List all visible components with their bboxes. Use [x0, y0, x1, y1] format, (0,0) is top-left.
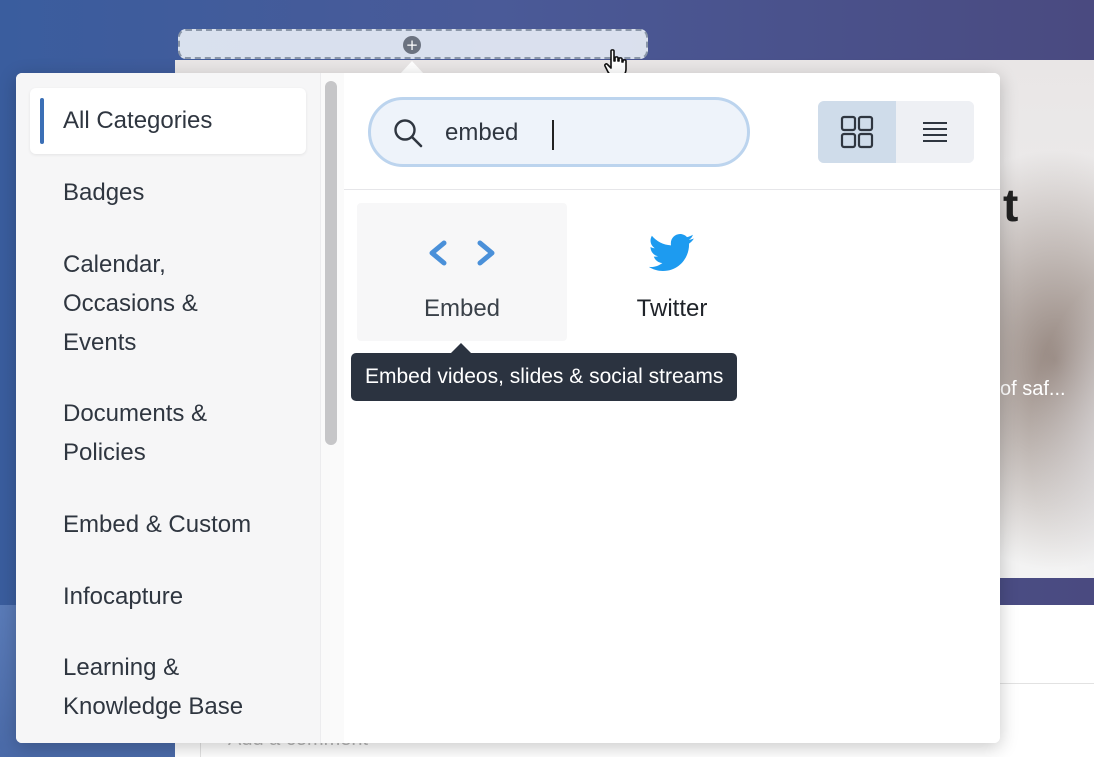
search-box[interactable]	[368, 97, 750, 167]
widget-tile-embed[interactable]: Embed	[357, 203, 567, 341]
hero-title-fragment: t	[1003, 179, 1019, 231]
category-calendar-line1[interactable]: Calendar,	[30, 245, 306, 284]
plus-circle-icon[interactable]: +	[403, 36, 421, 54]
text-caret	[552, 120, 554, 150]
grid-view-icon	[840, 115, 874, 149]
widget-results-panel: Embed Twitter Embed videos, slides & soc…	[344, 73, 1000, 743]
list-view-icon	[923, 122, 947, 142]
category-panel: All Categories Badges Calendar, Occasion…	[16, 73, 344, 743]
category-learning-line1[interactable]: Learning &	[30, 648, 306, 687]
tile-icon-wrap	[567, 234, 777, 272]
category-badges[interactable]: Badges	[30, 173, 306, 212]
tile-label-embed: Embed	[423, 295, 501, 322]
tile-label-twitter: Twitter	[636, 295, 708, 322]
view-toggle	[818, 101, 974, 163]
grid-view-button[interactable]	[818, 101, 896, 163]
category-calendar-line2[interactable]: Occasions &	[30, 284, 306, 323]
tooltip: Embed videos, slides & social streams	[351, 353, 738, 401]
category-learning-line2[interactable]: Knowledge Base	[30, 687, 306, 726]
tile-icon-wrap	[357, 235, 567, 271]
category-calendar-line3[interactable]: Events	[30, 323, 306, 362]
search-input[interactable]	[443, 114, 733, 152]
twitter-bird-icon	[649, 234, 695, 272]
widget-tile-twitter[interactable]: Twitter	[567, 203, 777, 341]
code-brackets-icon	[429, 240, 495, 266]
tooltip-arrow	[451, 343, 471, 353]
hero-excerpt-fragment: of saf...	[1000, 378, 1066, 400]
list-view-button[interactable]	[896, 101, 974, 163]
widget-picker-popup: All Categories Badges Calendar, Occasion…	[16, 73, 1000, 743]
category-embed-custom[interactable]: Embed & Custom	[30, 505, 306, 544]
search-icon	[394, 119, 423, 148]
category-all[interactable]: All Categories	[30, 88, 306, 154]
screen: t of saf... Add a comment + All Categori…	[0, 0, 1094, 757]
category-documents-line2[interactable]: Policies	[30, 433, 306, 472]
category-documents-line1[interactable]: Documents &	[30, 394, 306, 433]
toolbar-divider	[344, 189, 1000, 190]
category-infocapture[interactable]: Infocapture	[30, 577, 306, 616]
category-scrollbar-thumb[interactable]	[325, 81, 337, 445]
